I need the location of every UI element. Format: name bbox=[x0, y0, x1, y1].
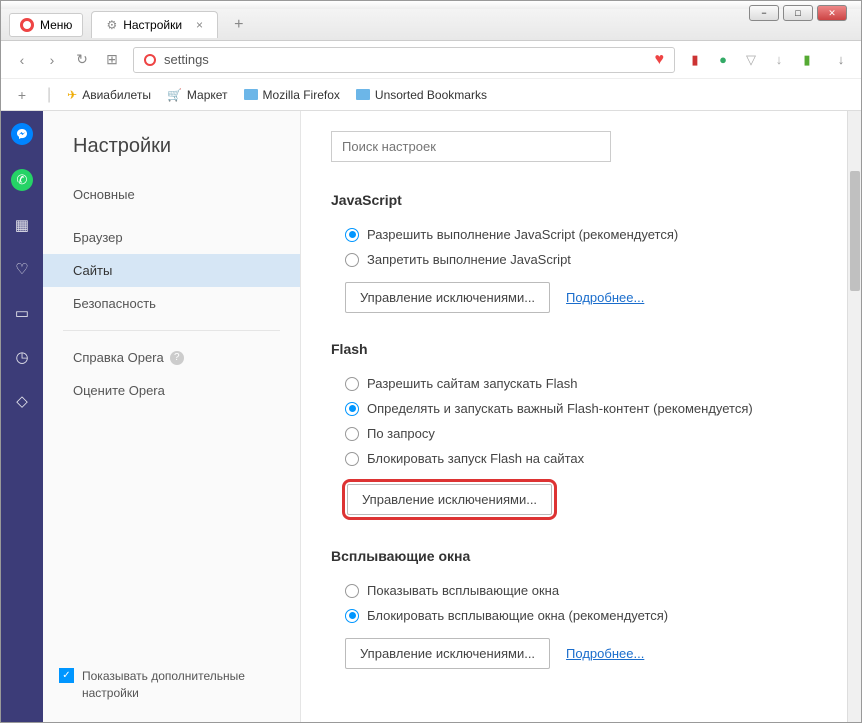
bookmarks-rail-icon[interactable]: ♡ bbox=[12, 259, 32, 279]
reload-button[interactable]: ↻ bbox=[73, 51, 91, 68]
js-block-radio[interactable]: Запретить выполнение JavaScript bbox=[331, 247, 831, 272]
minimize-button[interactable]: − bbox=[749, 5, 779, 21]
bookmark-unsorted[interactable]: Unsorted Bookmarks bbox=[356, 88, 487, 102]
checkbox-checked-icon: ✓ bbox=[59, 668, 74, 683]
tab-bar: Меню ⚙ Настройки × + bbox=[1, 9, 861, 41]
sidebar-item-sites[interactable]: Сайты bbox=[43, 254, 300, 287]
bookmark-aviabilety[interactable]: ✈ Авиабилеты bbox=[67, 88, 151, 102]
speed-dial-rail-icon[interactable]: ▦ bbox=[12, 215, 32, 235]
flash-block-radio[interactable]: Блокировать запуск Flash на сайтах bbox=[331, 446, 831, 471]
sidebar-item-security[interactable]: Безопасность bbox=[43, 287, 300, 320]
radio-checked-icon bbox=[345, 228, 359, 242]
help-icon: ? bbox=[170, 351, 184, 365]
flash-detect-radio[interactable]: Определять и запускать важный Flash-конт… bbox=[331, 396, 831, 421]
section-popups: Всплывающие окна Показывать всплывающие … bbox=[331, 548, 831, 669]
js-button-row: Управление исключениями... Подробнее... bbox=[345, 282, 831, 313]
history-rail-icon[interactable]: ◷ bbox=[12, 347, 32, 367]
address-input[interactable] bbox=[164, 52, 647, 67]
section-title: Всплывающие окна bbox=[331, 548, 831, 564]
maximize-button[interactable]: □ bbox=[783, 5, 813, 21]
search-settings-input[interactable] bbox=[331, 131, 611, 162]
left-rail: ✆ ▦ ♡ ▭ ◷ ◇ bbox=[1, 111, 43, 722]
sidebar-rate[interactable]: Оцените Opera bbox=[43, 374, 300, 407]
tab-close-icon[interactable]: × bbox=[196, 18, 203, 32]
plane-icon: ✈ bbox=[67, 88, 77, 102]
radio-icon bbox=[345, 452, 359, 466]
extension-icon-2[interactable]: ● bbox=[715, 52, 731, 68]
speed-dial-icon[interactable]: ⊞ bbox=[103, 51, 121, 68]
radio-checked-icon bbox=[345, 402, 359, 416]
close-button[interactable]: ✕ bbox=[817, 5, 847, 21]
settings-title: Настройки bbox=[43, 135, 300, 178]
section-title: JavaScript bbox=[331, 192, 831, 208]
messenger-icon[interactable] bbox=[11, 123, 33, 145]
sidebar-item-basic[interactable]: Основные bbox=[43, 178, 300, 211]
flash-allow-radio[interactable]: Разрешить сайтам запускать Flash bbox=[331, 371, 831, 396]
popups-manage-button[interactable]: Управление исключениями... bbox=[345, 638, 550, 669]
settings-sidebar: Настройки Основные Браузер Сайты Безопас… bbox=[43, 111, 301, 722]
new-tab-button[interactable]: + bbox=[226, 12, 251, 38]
menu-button[interactable]: Меню bbox=[9, 13, 83, 37]
news-rail-icon[interactable]: ▭ bbox=[12, 303, 32, 323]
radio-icon bbox=[345, 377, 359, 391]
flash-manage-button[interactable]: Управление исключениями... bbox=[347, 484, 552, 515]
js-manage-button[interactable]: Управление исключениями... bbox=[345, 282, 550, 313]
extension-icon-1[interactable]: ▮ bbox=[687, 52, 703, 68]
address-input-wrap: ♥ bbox=[133, 47, 675, 73]
js-allow-radio[interactable]: Разрешить выполнение JavaScript (рекомен… bbox=[331, 222, 831, 247]
extension-icon-3[interactable]: ▽ bbox=[743, 52, 759, 68]
popups-button-row: Управление исключениями... Подробнее... bbox=[345, 638, 831, 669]
section-flash: Flash Разрешить сайтам запускать Flash О… bbox=[331, 341, 831, 520]
add-bookmark-button[interactable]: + bbox=[13, 87, 31, 103]
radio-checked-icon bbox=[345, 609, 359, 623]
scrollbar[interactable] bbox=[847, 111, 861, 722]
extension-icon-4[interactable]: ↓ bbox=[771, 52, 787, 68]
bookmark-heart-icon[interactable]: ♥ bbox=[655, 51, 665, 69]
content-area: ✆ ▦ ♡ ▭ ◷ ◇ Настройки Основные Браузер С… bbox=[1, 111, 861, 722]
sidebar-separator bbox=[63, 330, 280, 331]
tab-settings[interactable]: ⚙ Настройки × bbox=[91, 11, 218, 38]
settings-main: JavaScript Разрешить выполнение JavaScri… bbox=[301, 111, 861, 722]
radio-icon bbox=[345, 253, 359, 267]
js-more-link[interactable]: Подробнее... bbox=[566, 290, 644, 305]
bookmark-mozilla[interactable]: Mozilla Firefox bbox=[244, 88, 340, 102]
radio-icon bbox=[345, 427, 359, 441]
whatsapp-icon[interactable]: ✆ bbox=[11, 169, 33, 191]
bookmarks-bar: + | ✈ Авиабилеты 🛒 Маркет Mozilla Firefo… bbox=[1, 79, 861, 111]
popups-block-radio[interactable]: Блокировать всплывающие окна (рекомендуе… bbox=[331, 603, 831, 628]
back-button[interactable]: ‹ bbox=[13, 52, 31, 68]
scroll-thumb[interactable] bbox=[850, 171, 860, 291]
extension-icon-5[interactable]: ▮ bbox=[799, 52, 815, 68]
gear-icon: ⚙ bbox=[106, 18, 117, 32]
folder-icon bbox=[356, 89, 370, 100]
popups-more-link[interactable]: Подробнее... bbox=[566, 646, 644, 661]
popups-show-radio[interactable]: Показывать всплывающие окна bbox=[331, 578, 831, 603]
titlebar bbox=[1, 1, 861, 9]
sidebar-item-browser[interactable]: Браузер bbox=[43, 221, 300, 254]
extensions-rail-icon[interactable]: ◇ bbox=[12, 391, 32, 411]
cart-icon: 🛒 bbox=[167, 88, 182, 102]
window-controls: − □ ✕ bbox=[749, 5, 847, 21]
browser-window: − □ ✕ Меню ⚙ Настройки × + ‹ › ↻ ⊞ ♥ ▮ ●… bbox=[0, 0, 862, 723]
site-icon bbox=[144, 54, 156, 66]
opera-logo-icon bbox=[20, 18, 34, 32]
section-javascript: JavaScript Разрешить выполнение JavaScri… bbox=[331, 192, 831, 313]
flash-ondemand-radio[interactable]: По запросу bbox=[331, 421, 831, 446]
advanced-settings-toggle[interactable]: ✓ Показывать дополнительные настройки bbox=[43, 668, 301, 702]
highlight-box: Управление исключениями... bbox=[342, 479, 557, 520]
forward-button[interactable]: › bbox=[43, 52, 61, 68]
address-bar: ‹ › ↻ ⊞ ♥ ▮ ● ▽ ↓ ▮ ↓ bbox=[1, 41, 861, 79]
downloads-icon[interactable]: ↓ bbox=[833, 52, 849, 68]
bookmark-market[interactable]: 🛒 Маркет bbox=[167, 88, 228, 102]
folder-icon bbox=[244, 89, 258, 100]
sidebar-help[interactable]: Справка Opera ? bbox=[43, 341, 300, 374]
radio-icon bbox=[345, 584, 359, 598]
menu-label: Меню bbox=[40, 18, 72, 32]
section-title: Flash bbox=[331, 341, 831, 357]
tab-title: Настройки bbox=[123, 18, 182, 32]
